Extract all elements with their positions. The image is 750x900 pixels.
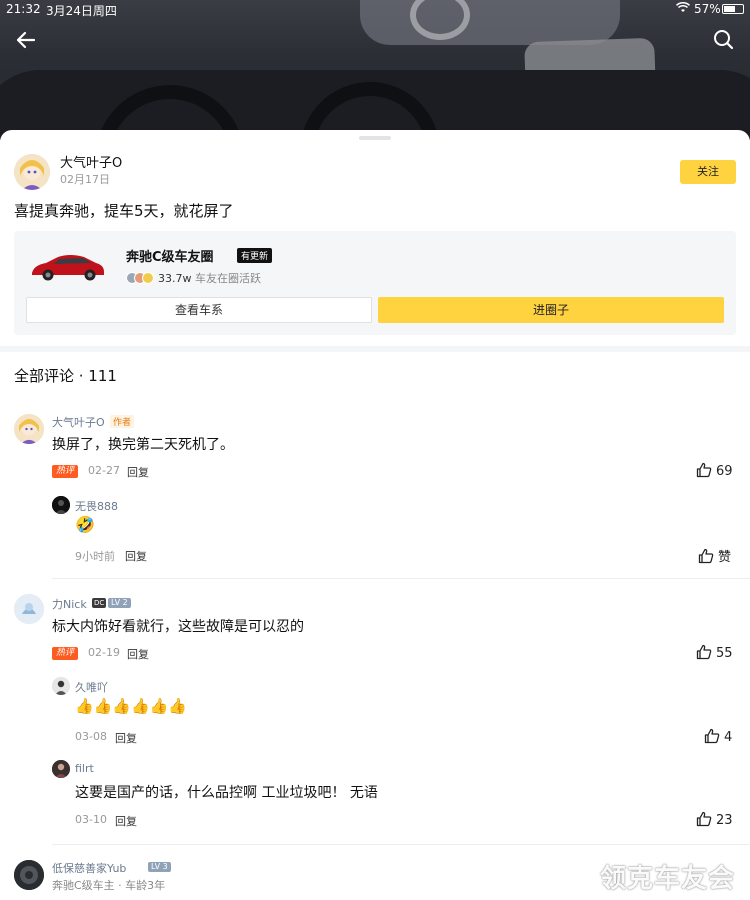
like-count: 55	[716, 646, 733, 661]
hot-comment-badge: 热评	[52, 465, 78, 478]
reply-button[interactable]: 回复	[125, 548, 147, 564]
comment-separator	[52, 844, 750, 845]
reply-avatar[interactable]	[52, 760, 70, 778]
thumbs-up-icon	[696, 644, 712, 660]
author-tag: 作者	[110, 415, 135, 428]
level-badge: LV 3	[148, 862, 171, 872]
reply-button[interactable]: 回复	[127, 646, 149, 662]
like-button[interactable]: 4	[704, 728, 732, 745]
reply-author[interactable]: 无畏888	[75, 498, 118, 514]
comment-text: 标大内饰好看就行，这些故障是可以忍的	[52, 619, 304, 635]
comment-date: 02-19	[88, 646, 120, 659]
reply-date: 9小时前	[75, 550, 115, 563]
member-count: 33.7w	[158, 272, 192, 285]
car-club-card[interactable]: 奔驰C级车友圈 有更新 33.7w 车友在圈活跃 查看车系 进圈子	[14, 231, 736, 335]
comment-separator	[52, 578, 750, 579]
view-series-button[interactable]: 查看车系	[26, 297, 372, 323]
reply-text: 🤣	[75, 515, 95, 534]
enter-circle-button[interactable]: 进圈子	[378, 297, 724, 323]
reply-date: 03-08	[75, 730, 107, 743]
like-button[interactable]: 23	[696, 811, 733, 828]
battery-percent: 57%	[694, 2, 721, 16]
like-count: 赞	[718, 550, 732, 565]
like-button[interactable]: 55	[696, 644, 733, 661]
post-author-name[interactable]: 大气叶子O	[60, 152, 122, 171]
like-count: 69	[716, 464, 733, 479]
reply-text: 👍👍👍👍👍👍	[75, 697, 188, 715]
follow-button[interactable]: 关注	[680, 160, 736, 184]
reply-button[interactable]: 回复	[127, 464, 149, 480]
comment-avatar[interactable]	[14, 594, 44, 624]
club-members: 33.7w 车友在圈活跃	[126, 270, 261, 286]
status-bar: 21:32 3月24日周四 57%	[0, 0, 750, 18]
update-badge: 有更新	[237, 248, 273, 263]
back-arrow-icon	[16, 31, 36, 49]
status-date: 3月24日周四	[46, 4, 117, 18]
thumbs-up-icon	[704, 728, 720, 744]
reply-text: 这要是国产的话，什么品控啊 工业垃圾吧！ 无语	[75, 785, 378, 801]
member-count-label: 车友在圈活跃	[195, 272, 261, 285]
member-avatar	[142, 272, 154, 284]
thumbs-up-icon	[698, 548, 714, 564]
hot-comment-badge: 热评	[52, 647, 78, 660]
dongchedi-badge: DC	[92, 598, 107, 608]
comment-date: 02-27	[88, 464, 120, 477]
thumbs-up-icon	[696, 811, 712, 827]
search-button[interactable]	[710, 26, 738, 54]
reply-author[interactable]: 久唯吖	[75, 679, 108, 695]
comment-avatar[interactable]	[14, 414, 44, 444]
post-sheet: 大气叶子O 02月17日 关注 喜提真奔驰，提车5天，就花屏了 奔驰C级车友圈 …	[0, 130, 750, 900]
reply-avatar[interactable]	[52, 677, 70, 695]
comment-text: 换屏了，换完第二天死机了。	[52, 437, 234, 453]
reply-date: 03-10	[75, 813, 107, 826]
back-button[interactable]	[12, 26, 40, 54]
car-owner-note: 奔驰C级车主 · 车龄3年	[52, 879, 166, 892]
comment-author[interactable]: 大气叶子O	[52, 414, 105, 430]
like-button[interactable]: 69	[696, 462, 733, 479]
reply-button[interactable]: 回复	[115, 730, 137, 746]
comment-author[interactable]: 低保慈善家Yub	[52, 860, 126, 876]
battery-icon	[722, 4, 744, 14]
comments-header: 全部评论 · 111	[14, 367, 117, 385]
comment-author[interactable]: 力Nick	[52, 596, 87, 612]
post-author-avatar[interactable]	[14, 154, 50, 190]
reply-avatar[interactable]	[52, 496, 70, 514]
level-badge: LV 2	[108, 598, 131, 608]
comment-avatar[interactable]	[14, 860, 44, 890]
post-date: 02月17日	[60, 173, 110, 186]
watermark: 领克车友会	[600, 864, 736, 894]
wifi-icon	[675, 1, 691, 16]
like-count: 4	[724, 730, 733, 745]
reply-button[interactable]: 回复	[115, 813, 137, 829]
status-time: 21:32	[6, 2, 41, 16]
car-thumbnail	[28, 245, 108, 285]
sheet-drag-handle[interactable]	[359, 136, 391, 140]
thumbs-up-icon	[696, 462, 712, 478]
reply-author[interactable]: filrt	[75, 762, 94, 775]
post-body-text: 喜提真奔驰，提车5天，就花屏了	[14, 202, 234, 220]
like-button[interactable]: 赞	[698, 546, 731, 565]
club-name: 奔驰C级车友圈	[126, 250, 214, 265]
search-icon	[714, 30, 734, 50]
header-photo	[0, 0, 750, 140]
like-count: 23	[716, 813, 733, 828]
section-divider	[0, 346, 750, 352]
